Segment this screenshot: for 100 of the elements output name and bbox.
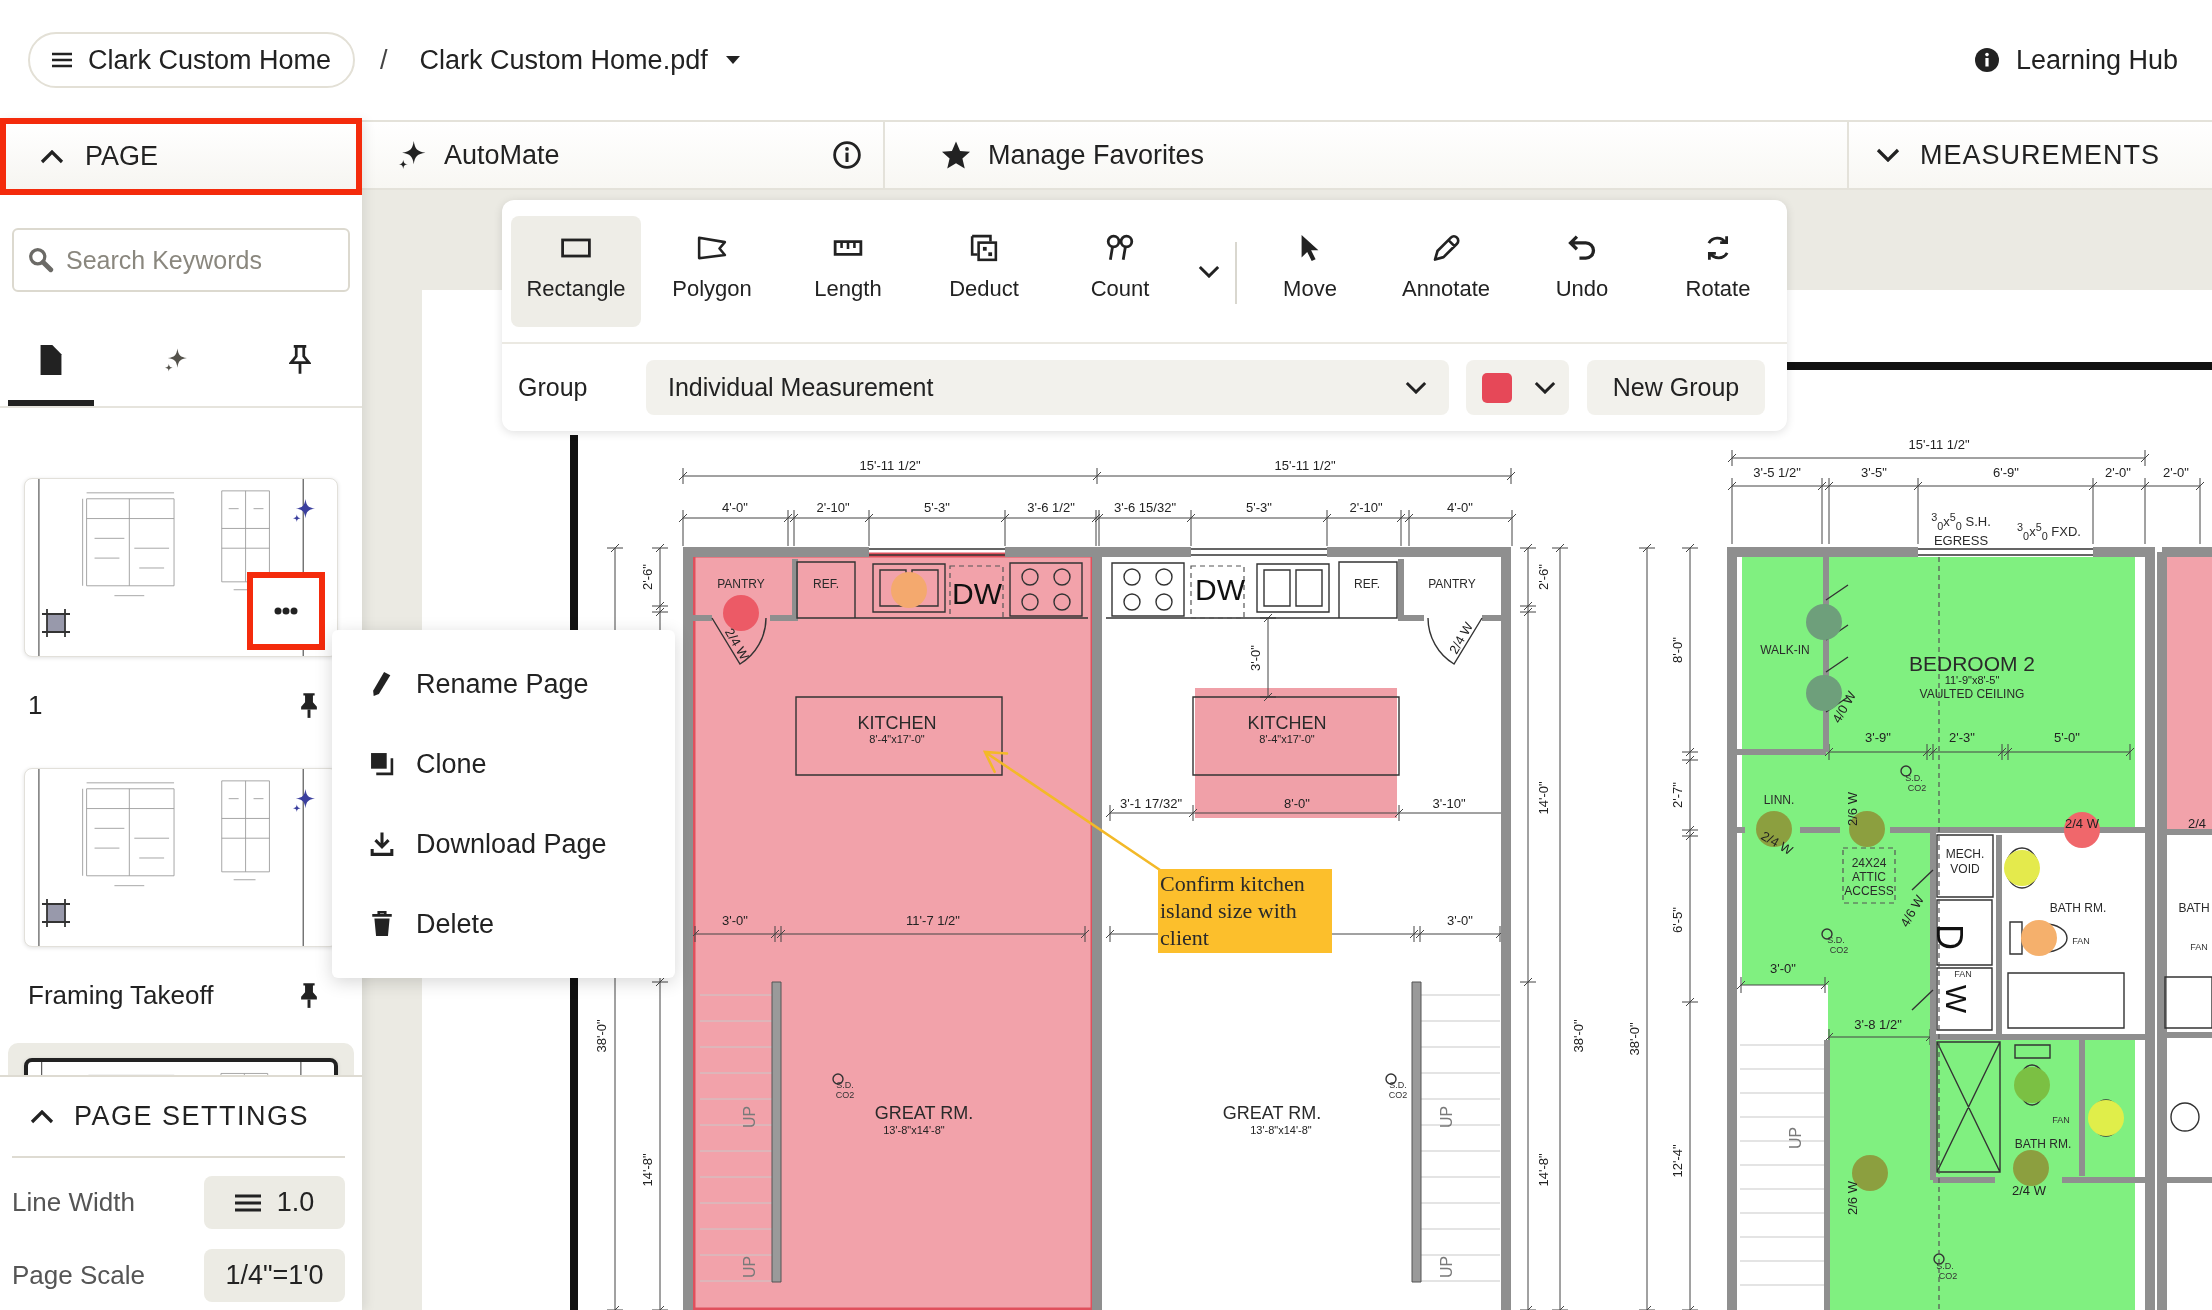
detector-label: S.D. — [1389, 1080, 1407, 1090]
dimension-label: 2'-7" — [1670, 782, 1684, 808]
measurement-area[interactable] — [1195, 688, 1397, 818]
tool-button[interactable]: Undo — [1517, 216, 1647, 327]
room-label: REF. — [813, 578, 839, 590]
room-label: ATTIC — [1852, 871, 1886, 883]
dimension-label: 2'-0" — [2163, 465, 2189, 479]
pen-icon — [1431, 234, 1461, 262]
count-marker[interactable] — [2088, 1100, 2124, 1136]
room-label: PANTRY — [717, 578, 765, 590]
tool-button[interactable]: Deduct — [919, 216, 1049, 327]
count-marker[interactable] — [2014, 1067, 2050, 1103]
learning-hub-link[interactable]: Learning Hub — [1974, 44, 2178, 76]
count-marker[interactable] — [891, 572, 927, 608]
measurements-section-header[interactable]: MEASUREMENTS — [1876, 139, 2161, 171]
tool-button[interactable]: Move — [1245, 216, 1375, 327]
detector-label: CO2 — [835, 1090, 855, 1100]
dimension-label: 8'-0" — [1284, 796, 1310, 810]
dimension-label: 3'-5 1/2" — [1753, 465, 1801, 479]
pin-icon[interactable] — [300, 981, 318, 1009]
automate-button[interactable]: AutoMate — [398, 139, 560, 171]
project-button[interactable]: Clark Custom Home — [28, 32, 356, 88]
tool-button[interactable]: Annotate — [1381, 216, 1511, 327]
tool-button[interactable]: Rotate — [1653, 216, 1783, 327]
dimension-label: 6'-9" — [1993, 465, 2019, 479]
group-label: Group — [518, 373, 589, 402]
page-name: Framing Takeoff — [28, 979, 214, 1011]
room-label: BEDROOM 2 — [1909, 652, 2035, 674]
count-marker[interactable] — [2013, 1150, 2049, 1186]
room-label: BATH — [2178, 902, 2210, 914]
detector-label: FAN — [2052, 1115, 2070, 1125]
menu-item[interactable]: Delete — [332, 884, 675, 964]
setting-value-button[interactable]: 1.0 — [204, 1176, 345, 1229]
menu-item[interactable]: Rename Page — [332, 644, 675, 724]
tool-button[interactable]: Rectangle — [511, 216, 641, 327]
room-label: BATH RM. — [2049, 902, 2107, 914]
dimension-label: 3'-1 17/32" — [1120, 796, 1182, 810]
room-label: VAULTED CEILING — [1919, 688, 2025, 700]
detector-label: S.D. — [836, 1080, 854, 1090]
dimension-label: 2/4 W — [1759, 828, 1795, 858]
dimension-label: 11'-7 1/2" — [906, 913, 960, 927]
room-label: VOID — [1950, 863, 1980, 875]
fixture-label: D — [1931, 924, 1967, 950]
setting-value-button[interactable]: 1/4"=1'0 — [204, 1249, 345, 1302]
fixture-label: DW — [1195, 575, 1245, 605]
detector-label: FAN — [1954, 969, 1972, 979]
count-marker[interactable] — [1806, 604, 1842, 640]
clone-icon — [370, 751, 394, 777]
sparkle-icon — [293, 499, 315, 522]
count-marker[interactable] — [2021, 920, 2057, 956]
tool-button[interactable]: Length — [783, 216, 913, 327]
measurement-area[interactable] — [1742, 557, 2135, 1310]
color-dropdown[interactable] — [1466, 360, 1569, 415]
tool-button[interactable]: Polygon — [647, 216, 777, 327]
group-dropdown[interactable]: Individual Measurement — [646, 360, 1449, 415]
dimension-label: 2'-10" — [1349, 500, 1383, 514]
menu-item[interactable]: Download Page — [332, 804, 675, 884]
dimension-label: 14'-8" — [1536, 1153, 1550, 1187]
tool-button[interactable]: Count — [1055, 216, 1185, 327]
menu-item[interactable]: Clone — [332, 724, 675, 804]
dimension-label: 14'-0" — [1536, 781, 1550, 815]
annotation-note[interactable]: Confirm kitchen island size with client — [1158, 869, 1332, 953]
room-label: LINN. — [1763, 794, 1795, 806]
detector-label: CO2 — [1907, 783, 1927, 793]
room-label: GREAT RM. — [874, 1104, 974, 1122]
dimension-label: 11'-9"x8'-5" — [1944, 674, 2000, 686]
room-label: BATH RM. — [2014, 1138, 2072, 1150]
trash-icon — [370, 911, 394, 937]
search-field[interactable]: Search Keywords — [12, 228, 350, 292]
detector-label: CO2 — [1388, 1090, 1408, 1100]
room-label: KITCHEN — [857, 714, 937, 732]
deduct-icon — [969, 234, 999, 262]
room-label: PANTRY — [1428, 578, 1476, 590]
page-section-header[interactable]: PAGE — [0, 118, 362, 195]
stair-label: UP — [1439, 1105, 1455, 1129]
dimension-label: 15'-11 1/2" — [1274, 458, 1336, 472]
count-marker[interactable] — [2064, 812, 2100, 848]
dimension-label: 2'-10" — [816, 500, 850, 514]
stair-label: UP — [742, 1255, 758, 1279]
dimension-label: 3'-5" — [1861, 465, 1887, 479]
dimension-label: 2'-3" — [1949, 730, 1975, 744]
detector-label: S.D. — [1936, 1261, 1954, 1271]
dimension-label: 2/6 W — [1845, 1181, 1859, 1215]
chevron-icon — [1198, 265, 1220, 278]
pin-icon[interactable] — [300, 691, 318, 719]
manage-favorites-button[interactable]: Manage Favorites — [942, 139, 1205, 171]
frame-icon — [41, 608, 71, 638]
info-icon[interactable] — [833, 141, 861, 169]
more-button[interactable] — [247, 572, 325, 650]
room-label: MECH. — [1945, 848, 1985, 860]
page-name: 1 — [28, 689, 43, 721]
dimension-label: 3'-6 15/32" — [1114, 500, 1176, 514]
download-icon — [370, 831, 394, 857]
file-dropdown[interactable]: Clark Custom Home.pdf — [419, 44, 740, 76]
dimension-label: 3'-6 1/2" — [1027, 500, 1075, 514]
page-settings-header[interactable]: PAGE SETTINGS — [12, 1077, 345, 1158]
detector-label: CO2 — [1938, 1271, 1958, 1281]
new-group-button[interactable]: New Group — [1587, 360, 1765, 415]
count-icon — [1105, 234, 1135, 262]
count-marker[interactable] — [2004, 850, 2040, 886]
